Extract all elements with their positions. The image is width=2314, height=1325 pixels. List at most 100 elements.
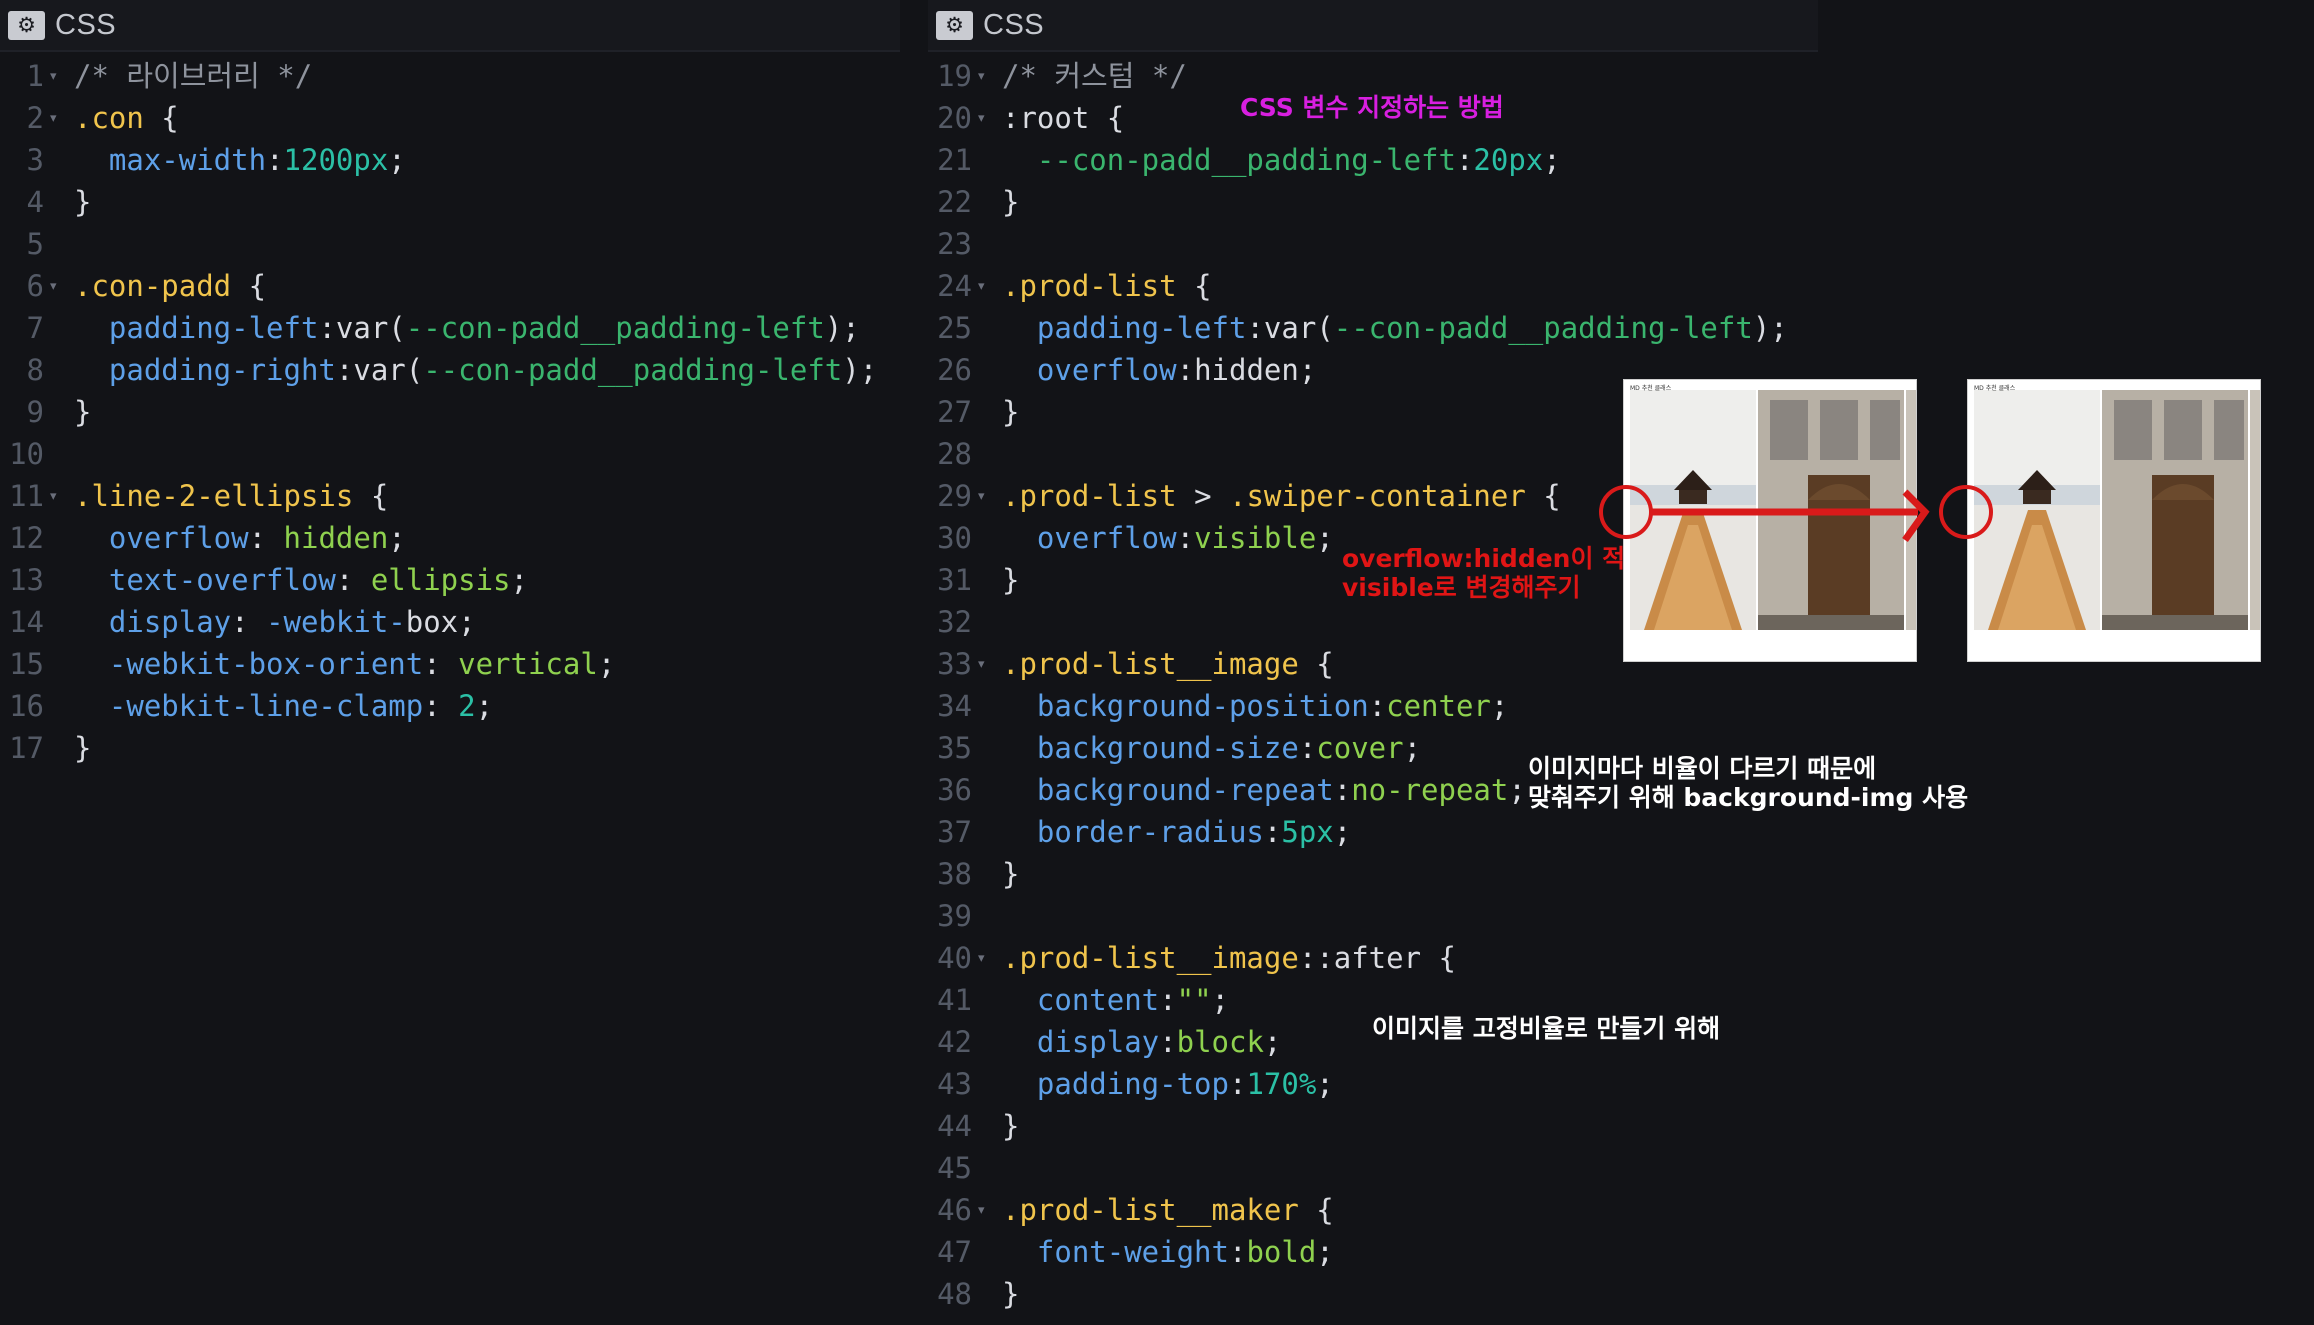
fold-caret-icon[interactable]: ▾ [978, 55, 992, 99]
code-text: background-size:cover; [1002, 727, 1421, 769]
code-line[interactable]: 1 ▾ /* 라이브러리 */ [0, 55, 900, 97]
code-line[interactable]: 2 ▾ .con { [0, 97, 900, 139]
code-line[interactable]: 11 ▾ .line-2-ellipsis { [0, 475, 900, 517]
code-line[interactable]: 24 ▾ .prod-list { [928, 265, 1820, 307]
annotation-css-variable: CSS 변수 지정하는 방법 [1240, 93, 1504, 122]
code-token: ; [475, 689, 494, 723]
code-token: ; [510, 563, 528, 597]
line-number: 1 [26, 59, 44, 93]
code-line[interactable]: 8 padding-right:var(--con-padd__padding-… [0, 349, 900, 391]
fold-caret-icon[interactable]: ▾ [978, 643, 992, 687]
code-line[interactable]: 22} [928, 181, 1820, 223]
code-line[interactable]: 21 --con-padd__padding-left:20px; [928, 139, 1820, 181]
code-token: : [1176, 353, 1195, 387]
editor-header: ⚙ CSS [928, 0, 1818, 52]
code-line[interactable]: 5 [0, 223, 900, 265]
line-number: 31 [937, 563, 972, 597]
code-text: .prod-list__image { [1002, 643, 1334, 685]
fold-caret-icon[interactable]: ▾ [978, 265, 992, 309]
fold-caret-icon[interactable]: ▾ [978, 475, 992, 519]
code-token: 20px [1473, 143, 1544, 177]
code-area[interactable]: 1 ▾/* 라이브러리 */2 ▾ .con {3 max-width:1200px;… [0, 55, 900, 769]
code-line[interactable]: 16 -webkit-line-clamp: 2; [0, 685, 900, 727]
code-token: ; [388, 521, 406, 555]
code-token: padding-left [1036, 311, 1247, 345]
code-token: no-repeat [1351, 773, 1509, 807]
code-text: .prod-list__maker { [1002, 1189, 1334, 1231]
code-token: -webkit-box-orient [108, 647, 424, 681]
code-line[interactable]: 34 background-position:center; [928, 685, 1820, 727]
fold-caret-icon[interactable]: ▾ [978, 937, 992, 981]
code-line[interactable]: 7 padding-left:var(--con-padd__padding-l… [0, 307, 900, 349]
code-text: padding-left:var(--con-padd__padding-lef… [1002, 307, 1788, 349]
overflow-hidden-preview-image: MD 추천 클래스 [1623, 379, 1917, 662]
code-line[interactable]: 38} [928, 853, 1820, 895]
code-line[interactable]: 19 ▾ /* 커스텀 */ [928, 55, 1820, 97]
code-token: :root { [1002, 101, 1125, 135]
code-token: : [1159, 983, 1177, 1017]
fold-caret-icon[interactable]: ▾ [50, 97, 64, 141]
code-line[interactable]: 3 max-width:1200px; [0, 139, 900, 181]
fold-caret-icon[interactable]: ▾ [50, 55, 64, 99]
code-line[interactable]: 10 [0, 433, 900, 475]
code-token: : [423, 647, 459, 681]
line-number: 28 [937, 437, 972, 471]
preview-header: MD 추천 클래스 [1974, 385, 2016, 392]
code-line[interactable]: 4} [0, 181, 900, 223]
code-token: } [1002, 395, 1020, 429]
code-token: : [1455, 143, 1474, 177]
code-line[interactable]: 39 [928, 895, 1820, 937]
gear-icon[interactable]: ⚙ [8, 11, 45, 40]
gear-icon[interactable]: ⚙ [936, 11, 973, 40]
line-number: 24 [937, 269, 972, 303]
fold-caret-icon[interactable]: ▾ [978, 97, 992, 141]
code-token: --con-padd__padding-left [423, 353, 843, 387]
code-token: .prod-list [1002, 269, 1177, 303]
code-text: } [1002, 1105, 1019, 1147]
code-line[interactable]: 13 text-overflow: ellipsis; [0, 559, 900, 601]
code-token: : [1159, 1025, 1177, 1059]
code-line[interactable]: 6 ▾ .con-padd { [0, 265, 900, 307]
line-number: 46 [937, 1193, 972, 1227]
line-number: 7 [26, 311, 44, 345]
line-number: 41 [937, 983, 972, 1017]
code-line[interactable]: 25 padding-left:var(--con-padd__padding-… [928, 307, 1820, 349]
code-text: overflow: hidden; [74, 517, 406, 559]
code-token: ellipsis [370, 563, 511, 597]
code-line[interactable]: 43 padding-top:170%; [928, 1063, 1820, 1105]
code-token: center [1386, 689, 1491, 723]
code-token: : [423, 689, 459, 723]
code-line[interactable]: 12 overflow: hidden; [0, 517, 900, 559]
line-number: 13 [9, 563, 44, 597]
code-token: ; [1543, 143, 1561, 177]
code-line[interactable]: 45 [928, 1147, 1820, 1189]
code-token: } [74, 731, 92, 765]
line-number: 32 [937, 605, 972, 639]
code-line[interactable]: 17} [0, 727, 900, 769]
code-line[interactable]: 9} [0, 391, 900, 433]
code-line[interactable]: 48} [928, 1273, 1820, 1315]
fold-caret-icon[interactable]: ▾ [978, 1189, 992, 1233]
code-line[interactable]: 46 ▾ .prod-list__maker { [928, 1189, 1820, 1231]
code-text: } [74, 391, 91, 433]
code-area[interactable]: 19 ▾/* 커스텀 */20 ▾:root {21 --con-padd__pad… [928, 55, 1820, 1315]
code-token: ::after { [1298, 941, 1456, 975]
code-line[interactable]: 15 -webkit-box-orient: vertical; [0, 643, 900, 685]
code-line[interactable]: 14 display: -webkit-box; [0, 601, 900, 643]
code-line[interactable]: 37 border-radius:5px; [928, 811, 1820, 853]
code-line[interactable]: 47 font-weight:bold; [928, 1231, 1820, 1273]
line-number: 39 [937, 899, 972, 933]
code-text: } [1002, 559, 1019, 601]
code-token: : [335, 563, 371, 597]
fold-caret-icon[interactable]: ▾ [50, 265, 64, 309]
code-line[interactable]: 23 [928, 223, 1820, 265]
code-line[interactable]: 40 ▾ .prod-list__image::after { [928, 937, 1820, 979]
code-text: .con-padd { [74, 265, 266, 307]
code-line[interactable]: 44} [928, 1105, 1820, 1147]
code-text: .line-2-ellipsis { [74, 475, 388, 517]
fold-caret-icon[interactable]: ▾ [50, 475, 64, 519]
